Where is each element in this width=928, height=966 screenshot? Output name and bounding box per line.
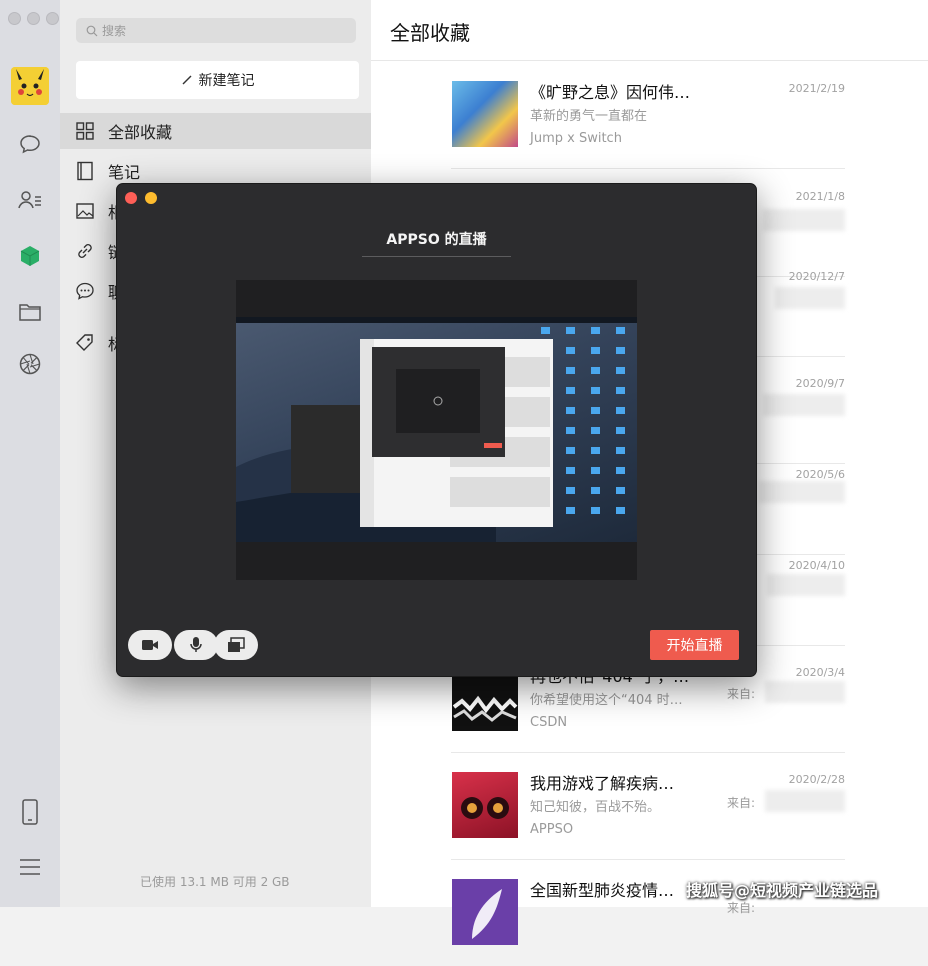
list-item[interactable]: 我用游戏了解疾病… 知己知彼，百战不殆。 APPSO 2020/2/28 来自:	[451, 752, 845, 860]
item-date: 2020/2/28	[788, 773, 845, 786]
nav-item-all-favorites[interactable]: 全部收藏	[60, 113, 371, 149]
close-dialog-button[interactable]	[125, 192, 137, 204]
desktop-screenshot	[236, 317, 637, 542]
minimize-dialog-button[interactable]	[145, 192, 157, 204]
screen-preview	[236, 280, 637, 580]
blurred-source	[763, 394, 845, 416]
item-date: 2020/9/7	[795, 377, 845, 390]
thumbnail	[452, 81, 518, 147]
pen-icon	[181, 74, 193, 86]
list-item[interactable]: 全国新型肺炎疫情… 来自:	[451, 859, 845, 966]
chat-icon	[74, 280, 96, 302]
folder-icon[interactable]	[16, 298, 44, 326]
chat-bubble-icon[interactable]	[16, 130, 44, 158]
minimize-window-button[interactable]	[27, 12, 40, 25]
camera-button[interactable]	[128, 630, 172, 660]
item-date: 2021/2/19	[788, 82, 845, 95]
item-from: 来自:	[727, 901, 756, 915]
title-underline	[362, 256, 511, 257]
item-title: 我用游戏了解疾病…	[530, 774, 675, 793]
item-from: 来自:	[727, 687, 756, 701]
avatar[interactable]	[11, 67, 49, 105]
zoom-window-button[interactable]	[46, 12, 59, 25]
microphone-button[interactable]	[174, 630, 218, 660]
item-date: 2020/12/7	[788, 270, 845, 283]
item-date: 2021/1/8	[795, 190, 845, 203]
link-icon	[74, 240, 96, 262]
new-note-button[interactable]: 新建笔记	[76, 61, 359, 99]
search-input[interactable]: 搜索	[76, 18, 356, 43]
watermark: 搜狐号@短视频产业链选品	[686, 881, 879, 900]
thumbnail	[452, 879, 518, 945]
item-source: CSDN	[530, 715, 568, 730]
grid-icon	[74, 120, 96, 142]
new-note-label: 新建笔记	[198, 73, 255, 89]
search-icon	[86, 25, 98, 37]
list-item[interactable]: 《旷野之息》因何伟… 革新的勇气一直都在 Jump x Switch 2021/…	[451, 61, 845, 169]
menu-icon[interactable]	[16, 853, 44, 881]
item-date: 2020/4/10	[788, 559, 845, 572]
window-controls	[8, 12, 59, 25]
phone-icon[interactable]	[16, 798, 44, 826]
live-stream-dialog: APPSO 的直播 开始直播	[116, 183, 757, 677]
tag-icon	[74, 332, 96, 354]
thumbnail	[452, 772, 518, 838]
page-title: 全部收藏	[390, 21, 470, 45]
blurred-source	[763, 209, 845, 231]
left-toolbar	[0, 0, 60, 907]
item-subtitle: 革新的勇气一直都在	[530, 109, 648, 124]
blurred-source	[767, 574, 845, 596]
start-live-button[interactable]: 开始直播	[650, 630, 739, 660]
item-title: 《旷野之息》因何伟…	[530, 83, 691, 102]
nav-item-label: 笔记	[108, 163, 141, 182]
blurred-source	[765, 790, 845, 812]
item-date: 2020/5/6	[795, 468, 845, 481]
nav-item-label: 全部收藏	[108, 123, 173, 142]
item-date: 2020/3/4	[795, 666, 845, 679]
item-source: Jump x Switch	[530, 131, 622, 146]
storage-usage: 已使用 13.1 MB 可用 2 GB	[140, 875, 290, 889]
search-placeholder: 搜索	[102, 24, 127, 38]
blurred-source	[759, 481, 845, 503]
microphone-icon	[189, 636, 203, 654]
blurred-source	[765, 681, 845, 703]
item-from: 来自:	[727, 796, 756, 810]
blurred-source	[775, 287, 845, 309]
close-window-button[interactable]	[8, 12, 21, 25]
notebook-icon	[74, 160, 96, 182]
moments-aperture-icon[interactable]	[16, 350, 44, 378]
image-icon	[74, 200, 96, 222]
screen-share-button[interactable]	[214, 630, 258, 660]
dialog-title: APPSO 的直播	[386, 232, 487, 248]
contacts-icon[interactable]	[16, 186, 44, 214]
camera-icon	[141, 638, 159, 652]
item-source: APPSO	[530, 822, 574, 837]
screen-share-icon	[227, 637, 245, 653]
favorites-cube-icon[interactable]	[16, 242, 44, 270]
